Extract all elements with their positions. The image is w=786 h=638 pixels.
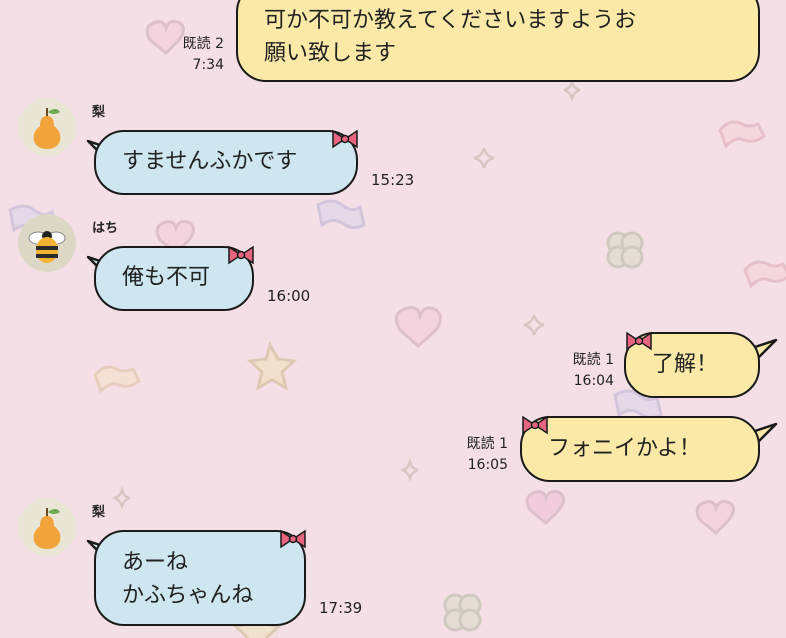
- message-text-line: フォニイかよ！: [548, 436, 701, 461]
- ribbon-bow-icon: [626, 331, 652, 351]
- message-time: 15:23: [371, 171, 415, 189]
- message-time: 17:39: [319, 599, 363, 617]
- message-text-line: かふちゃんね: [122, 583, 254, 608]
- avatar-pear[interactable]: [18, 498, 76, 556]
- ribbon-bow-icon: [228, 245, 254, 265]
- message-bubble-incoming[interactable]: すませんふかです: [94, 130, 358, 195]
- read-receipt: 既読 2 7:34: [183, 34, 224, 76]
- message-text-line: 俺も不可: [122, 265, 211, 290]
- ribbon-bow-icon: [280, 529, 306, 549]
- message-time: 16:05: [467, 457, 508, 473]
- message-text-line: あーね: [122, 550, 189, 575]
- message-time: 7:34: [192, 57, 224, 73]
- bee-avatar-icon: [28, 231, 66, 263]
- pear-avatar-icon: [33, 108, 61, 149]
- avatar-pear[interactable]: [18, 98, 76, 156]
- read-receipt: 既読 1 16:05: [467, 434, 508, 476]
- message-text-line: 可か不可か教えてくださいますようお: [264, 8, 637, 33]
- message-text-line: 了解！: [652, 352, 719, 377]
- ribbon-bow-icon: [522, 415, 548, 435]
- message-text-line: すませんふかです: [122, 149, 298, 174]
- ribbon-bow-icon: [332, 129, 358, 149]
- sender-name: 梨: [92, 505, 106, 520]
- message-bubble-outgoing[interactable]: フォニイかよ！: [520, 416, 760, 482]
- pear-avatar-icon: [33, 508, 61, 549]
- message-time: 16:00: [267, 287, 311, 305]
- read-status: 既読 1: [572, 352, 614, 368]
- read-receipt: 既読 1 16:04: [573, 350, 614, 392]
- message-time: 16:04: [573, 373, 614, 389]
- read-status: 既読 1: [466, 436, 508, 452]
- avatar-bee[interactable]: [18, 214, 76, 272]
- sender-name: はち: [92, 221, 119, 236]
- read-status: 既読 2: [182, 36, 224, 52]
- message-text-line: 願い致します: [264, 41, 397, 66]
- message-bubble-incoming[interactable]: あーね かふちゃんね: [94, 530, 306, 626]
- sender-name: 梨: [92, 105, 106, 120]
- message-bubble-outgoing[interactable]: 可か不可か教えてくださいますようお 願い致します: [236, 0, 760, 82]
